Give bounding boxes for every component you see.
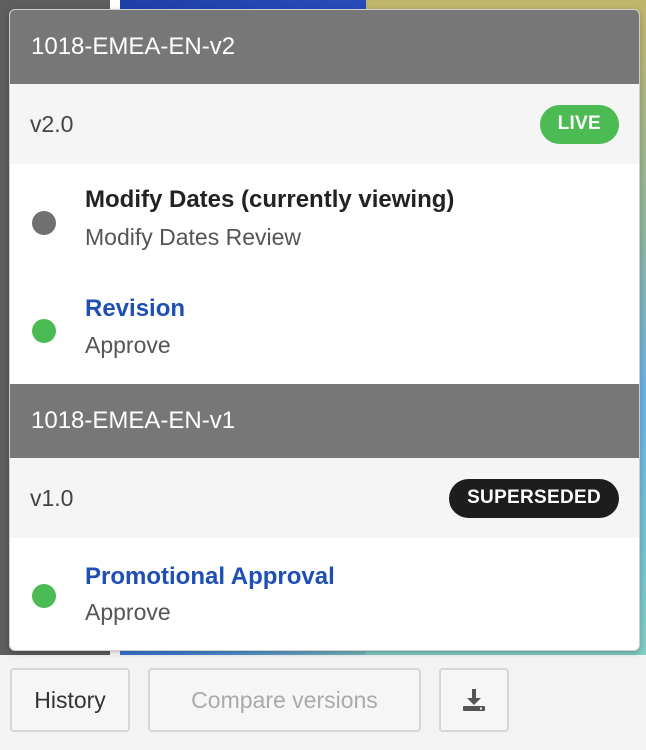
status-badge-live: LIVE (539, 104, 619, 144)
version-row: v2.0 LIVE (10, 84, 639, 164)
version-group-header: 1018-EMEA-EN-v2 (10, 10, 639, 84)
version-name: 1018-EMEA-EN-v1 (31, 407, 236, 434)
download-button[interactable] (439, 668, 509, 732)
version-number: v2.0 (30, 110, 74, 137)
step-subtitle: Modify Dates Review (85, 224, 302, 250)
version-number: v1.0 (30, 484, 74, 511)
history-button[interactable]: History (10, 668, 130, 732)
step-subtitle: Approve (85, 599, 171, 625)
status-badge-superseded: SUPERSEDED (449, 478, 619, 518)
workflow-step: Modify Dates (currently viewing) Modify … (10, 164, 639, 274)
version-group-header: 1018-EMEA-EN-v1 (10, 384, 639, 458)
history-button-label: History (34, 686, 106, 713)
workflow-step[interactable]: Revision Approve (10, 274, 639, 384)
version-name: 1018-EMEA-EN-v2 (31, 33, 236, 60)
step-title: Modify Dates (currently viewing) (85, 186, 455, 213)
status-dot-complete (32, 584, 56, 608)
step-title-link[interactable]: Promotional Approval (85, 563, 335, 591)
step-title-link[interactable]: Revision (85, 295, 185, 323)
step-subtitle: Approve (85, 332, 171, 358)
compare-button-label: Compare versions (191, 686, 378, 713)
version-row: v1.0 SUPERSEDED (10, 458, 639, 538)
status-dot-complete (32, 319, 56, 343)
workflow-step[interactable]: Promotional Approval Approve (10, 538, 639, 650)
compare-versions-button[interactable]: Compare versions (148, 668, 421, 732)
version-history-popover: 1018-EMEA-EN-v2 v2.0 LIVE Modify Dates (… (9, 9, 640, 651)
download-icon (463, 689, 485, 711)
status-dot-current (32, 211, 56, 235)
